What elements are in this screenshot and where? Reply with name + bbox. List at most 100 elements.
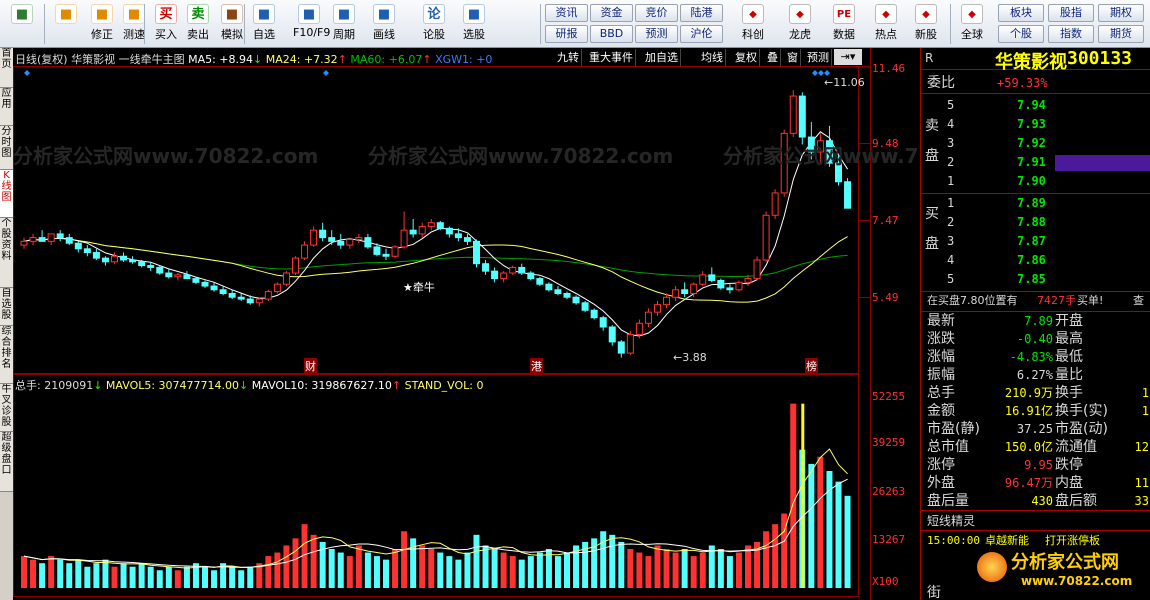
volume-bar — [554, 556, 561, 588]
toolbar-button[interactable]: ■ 画线 — [368, 2, 400, 46]
toolbar-button[interactable]: ◆ 龙虎 — [780, 2, 820, 46]
grid-button[interactable]: BBD — [590, 25, 633, 43]
candle-body — [744, 278, 752, 283]
chart-indicator-name[interactable]: 一线牵牛主图 — [119, 53, 185, 66]
toolbar-button-label: 周期 — [333, 28, 355, 41]
toolbar-button[interactable]: PE 数据 — [824, 2, 864, 46]
bid-level[interactable]: 3 7.87 — [921, 232, 1150, 250]
candle-body — [672, 289, 680, 298]
chart-chip[interactable]: 复权 — [733, 49, 760, 66]
toolbar-button[interactable]: 卖卖出 — [182, 2, 214, 46]
bid-level[interactable]: 1 7.89 — [921, 194, 1150, 212]
candle-body — [482, 263, 490, 272]
toolbar-button[interactable]: 买买入 — [150, 2, 182, 46]
new-stock-icon: ◆ — [915, 4, 937, 24]
left-tab[interactable]: 分时图 — [0, 126, 13, 170]
speed-clock-icon: ■ — [123, 4, 145, 24]
board-button[interactable]: 期权 — [1098, 4, 1144, 22]
left-tab[interactable]: 自选股 — [0, 288, 13, 326]
toolbar-button[interactable]: ■ 修正 — [86, 2, 118, 46]
ma24-readout: MA24: +7.32 — [265, 53, 338, 66]
ask-level[interactable]: 3 7.92 — [921, 134, 1150, 152]
toolbar-button-label: 热点 — [875, 28, 897, 41]
grid-button[interactable]: 资讯 — [545, 4, 588, 22]
grid-button[interactable]: 研报 — [545, 25, 588, 43]
toolbar-button[interactable]: ◆ 全球 — [952, 2, 992, 46]
toolbar-button[interactable]: ◆ 新股 — [906, 2, 946, 46]
event-mark-hk[interactable]: 港 — [530, 358, 543, 374]
bid-level[interactable]: 4 7.86 — [921, 251, 1150, 269]
volume-bar — [509, 556, 516, 588]
toolbar-button[interactable]: ■ 自选 — [248, 2, 280, 46]
ask-level[interactable]: 4 7.93 — [921, 115, 1150, 133]
chart-nav-icon[interactable]: ⇥▾ — [834, 49, 862, 65]
news-panel-title[interactable]: 短线精灵 — [927, 512, 975, 530]
toolbar-button[interactable]: ■ F10/F9 — [293, 2, 330, 46]
chart-chip[interactable]: 预测 — [805, 49, 832, 66]
kline-chart-area[interactable]: 日线(复权) 华策影视 一线牵牛主图 MA5: +8.94↓ MA24: +7.… — [13, 48, 1028, 600]
left-tab[interactable]: 首页 — [0, 48, 13, 88]
toolbar-button[interactable]: ■ 选股 — [458, 2, 490, 46]
board-button[interactable]: 期货 — [1098, 25, 1144, 43]
board-button[interactable]: 板块 — [998, 4, 1044, 22]
bid-level[interactable]: 5 7.85 — [921, 270, 1150, 288]
left-tab[interactable]: 综合排名 — [0, 326, 13, 384]
left-tab[interactable]: 牛叉诊股 — [0, 384, 13, 432]
volume-bar — [183, 566, 190, 588]
chart-chip[interactable]: 均线 — [699, 49, 726, 66]
grid-button[interactable]: 竞价 — [635, 4, 678, 22]
left-tab[interactable]: 超级盘口 — [0, 432, 13, 492]
toolbar-button-label: 选股 — [463, 28, 485, 41]
buy-order-more[interactable]: 查 — [1133, 292, 1144, 310]
toolbar-button[interactable]: ■ 周期 — [328, 2, 360, 46]
left-tab[interactable]: 个股资料 — [0, 218, 13, 288]
left-vertical-tabs: 首页 应用 分时图 K线图 个股资料 自选股 综合排名 牛叉诊股 超级盘口 — [0, 48, 13, 600]
chart-chip[interactable]: 重大事件 — [587, 49, 636, 66]
toolbar-button-label: 数据 — [833, 28, 855, 41]
footer-tab[interactable]: 街 — [927, 582, 941, 600]
candle-body — [617, 341, 625, 354]
candle-body — [373, 246, 381, 255]
toolbar-button[interactable]: ◆ 热点 — [866, 2, 906, 46]
stat-label-2: 开盘 — [1055, 313, 1083, 329]
toolbar-button[interactable]: ■ 测速 — [118, 2, 150, 46]
board-button[interactable]: 个股 — [998, 25, 1044, 43]
toolbar-button-label: 卖出 — [187, 28, 209, 41]
left-tab[interactable]: 应用 — [0, 88, 13, 126]
board-button[interactable]: 股指 — [1048, 4, 1094, 22]
ask-level[interactable]: 2 7.91 — [921, 153, 1150, 171]
grid-button[interactable]: 资金 — [590, 4, 633, 22]
chart-chip[interactable]: 叠 — [765, 49, 781, 66]
toolbar-button[interactable]: ■ — [2, 2, 42, 46]
volume-bar — [93, 563, 100, 588]
volume-bar — [401, 531, 408, 588]
xgw-readout: XGW1: +0 — [435, 53, 493, 66]
ask-level[interactable]: 5 7.94 — [921, 96, 1150, 114]
grid-button[interactable]: 陆港 — [680, 4, 723, 22]
buy-order-tag[interactable]: 买单! — [1077, 292, 1103, 310]
toolbar-button[interactable]: 论论股 — [418, 2, 450, 46]
quote-stock-name: 华策影视 — [995, 52, 1067, 73]
board-button[interactable]: 指数 — [1048, 25, 1094, 43]
candle-body — [500, 272, 508, 280]
toolbar-button[interactable]: ◆ 科创 — [733, 2, 773, 46]
bid-level[interactable]: 2 7.88 — [921, 213, 1150, 231]
pe-data-icon: PE — [833, 4, 855, 24]
volume-bar — [772, 524, 779, 588]
chart-chip[interactable]: 九转 — [555, 49, 582, 66]
ask-level[interactable]: 1 7.90 — [921, 172, 1150, 190]
price-tick: 9.48 — [872, 137, 899, 150]
grid-button[interactable]: 沪伦 — [680, 25, 723, 43]
chart-chip[interactable]: 加自选 — [643, 49, 681, 66]
buy-icon: 买 — [155, 4, 177, 24]
chart-chip[interactable]: 窗 — [785, 49, 801, 66]
ma5-line — [23, 131, 849, 337]
event-mark-finance[interactable]: 财 — [304, 358, 317, 374]
event-mark-list[interactable]: 榜 — [805, 358, 818, 374]
stat-value: 16.91亿 — [1004, 404, 1053, 418]
high-price-marker: ←11.06 — [824, 76, 865, 89]
toolbar-button[interactable]: ■ — [46, 2, 86, 46]
grid-button[interactable]: 预测 — [635, 25, 678, 43]
stat-value-2: 33 — [1134, 494, 1149, 508]
left-tab[interactable]: K线图 — [0, 170, 13, 218]
